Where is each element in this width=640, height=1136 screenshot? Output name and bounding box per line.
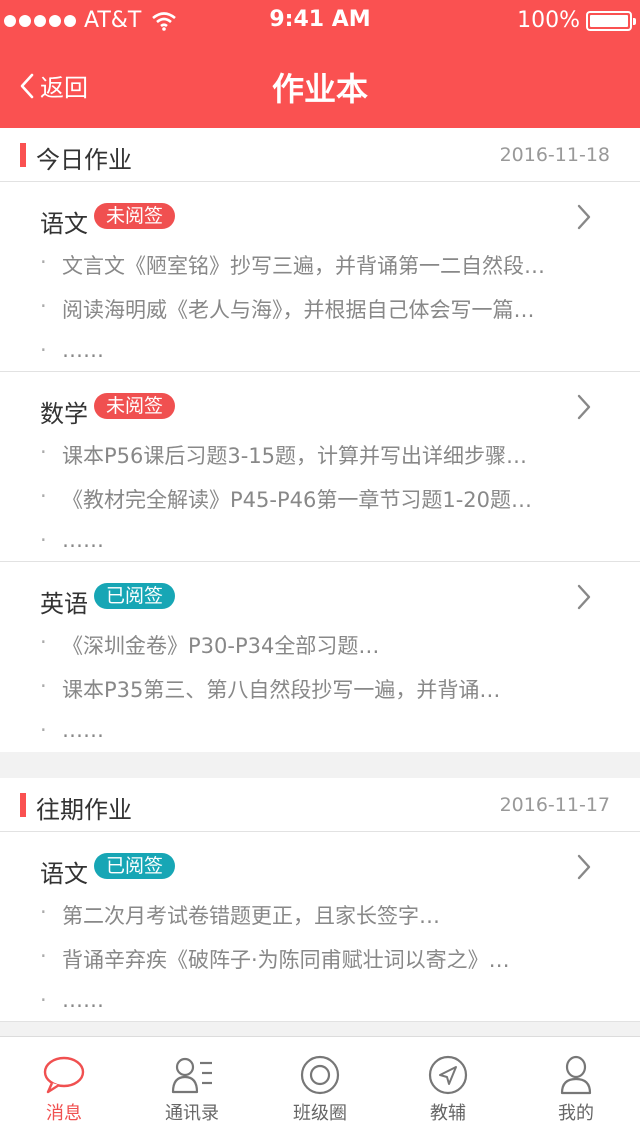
status-bar: AT&T 9:41 AM 100% (0, 0, 640, 40)
nav-bar: 返回 作业本 (0, 40, 640, 128)
subject-name: 语文 (40, 860, 88, 888)
section-title: 往期作业 (36, 796, 132, 824)
battery-icon (586, 10, 636, 31)
status-badge: 未阅签 (94, 203, 176, 229)
compass-icon (428, 1055, 468, 1095)
homework-item: · 《教材完全解读》P45-P46第一章节习题1-20题… (40, 484, 533, 512)
subject-name: 语文 (40, 210, 88, 238)
status-badge: 已阅签 (94, 583, 176, 609)
tab-label: 通讯录 (165, 1103, 219, 1124)
page-title: 作业本 (271, 70, 368, 108)
status-badge: 已阅签 (94, 853, 176, 879)
chevron-right-icon (577, 204, 591, 230)
subject-name: 英语 (40, 590, 88, 618)
circle-icon (300, 1055, 340, 1095)
section-title: 今日作业 (36, 146, 132, 174)
section-marker (20, 143, 26, 167)
contacts-icon (171, 1057, 212, 1094)
header: AT&T 9:41 AM 100% 返回 作业本 (0, 0, 640, 128)
tab-mine[interactable]: 我的 (512, 1037, 640, 1136)
homework-item: ·…… (40, 718, 104, 742)
section-date: 2016-11-17 (499, 794, 610, 816)
homework-item: · 《深圳金卷》P30-P34全部习题… (40, 630, 380, 658)
tab-label: 我的 (558, 1103, 594, 1124)
homework-card-chinese[interactable]: 语文 未阅签 · 文言文《陋室铭》抄写三遍，并背诵第一二自然段… · 阅读海明威《老… (0, 182, 640, 372)
homework-card-math[interactable]: 数学 未阅签 · 课本P56课后习题3-15题，计算并写出详细步骤… · 《教材完全… (0, 372, 640, 562)
section-date: 2016-11-18 (499, 144, 610, 166)
profile-icon (560, 1055, 592, 1095)
section-marker (20, 793, 26, 817)
chevron-right-icon (577, 854, 591, 880)
chevron-right-icon (577, 584, 591, 610)
tab-label: 消息 (46, 1103, 82, 1124)
battery: 100% (517, 8, 636, 33)
homework-item: · 课本P56课后习题3-15题，计算并写出详细步骤… (40, 440, 528, 468)
homework-item: · 背诵辛弃疾《破阵子·为陈同甫赋壮词以寄之》… (40, 944, 510, 972)
section-header: 今日作业 2016-11-18 (0, 128, 640, 182)
message-icon (43, 1056, 85, 1094)
chevron-right-icon (577, 394, 591, 420)
status-badge: 未阅签 (94, 393, 176, 419)
tab-class-circle[interactable]: 班级圈 (256, 1037, 384, 1136)
section-header: 往期作业 2016-11-17 (0, 778, 640, 832)
homework-item: · 阅读海明威《老人与海》，并根据自己体会写一篇… (40, 294, 535, 322)
tab-messages[interactable]: 消息 (0, 1037, 128, 1136)
tab-contacts[interactable]: 通讯录 (128, 1037, 256, 1136)
section-today: 今日作业 2016-11-18 语文 未阅签 · 文言文《陋室铭》抄写三遍，并背诵… (0, 128, 640, 752)
homework-item: · 课本P35第三、第八自然段抄写一遍，并背诵… (40, 674, 501, 702)
homework-item: ·…… (40, 988, 104, 1012)
tab-tutoring[interactable]: 教辅 (384, 1037, 512, 1136)
battery-percent: 100% (517, 8, 580, 33)
homework-card-english[interactable]: 英语 已阅签 · 《深圳金卷》P30-P34全部习题… · 课本P35第三、第八自然… (0, 562, 640, 752)
tab-label: 班级圈 (293, 1103, 347, 1124)
tab-bar: 消息 通讯录 班级圈 教辅 我的 (0, 1036, 640, 1136)
homework-item: · 第二次月考试卷错题更正，且家长签字… (40, 900, 440, 928)
tab-label: 教辅 (430, 1103, 466, 1124)
section-past: 往期作业 2016-11-17 语文 已阅签 · 第二次月考试卷错题更正，且家长签… (0, 778, 640, 1022)
subject-name: 数学 (40, 400, 88, 428)
homework-card-chinese-past[interactable]: 语文 已阅签 · 第二次月考试卷错题更正，且家长签字… · 背诵辛弃疾《破阵子·为陈… (0, 832, 640, 1022)
homework-item: · 文言文《陋室铭》抄写三遍，并背诵第一二自然段… (40, 250, 545, 278)
